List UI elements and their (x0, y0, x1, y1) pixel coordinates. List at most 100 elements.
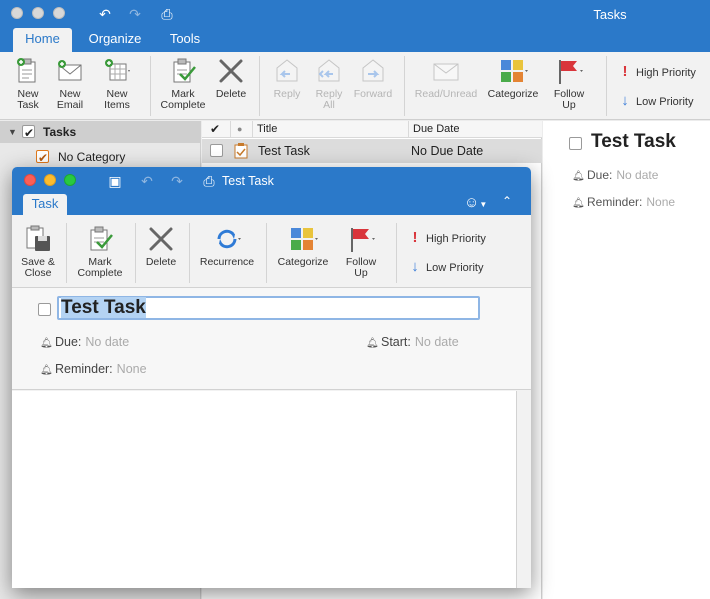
bell-icon: 🔔︎ (572, 198, 585, 209)
start-date-picker[interactable]: No date (415, 335, 459, 349)
delete-button[interactable]: Delete (212, 56, 250, 100)
low-priority-button[interactable]: ↓ Low Priority (408, 258, 483, 275)
high-priority-button[interactable]: ! High Priority (618, 63, 696, 80)
redo-icon[interactable]: ↷ (167, 172, 187, 190)
forward-button[interactable]: Forward (350, 56, 396, 100)
mark-complete-icon (90, 226, 113, 251)
new-task-button[interactable]: New Task (8, 56, 48, 111)
close-window-button[interactable] (24, 174, 36, 186)
new-items-button[interactable]: New Items (96, 56, 138, 111)
high-priority-label: High Priority (426, 233, 486, 245)
main-ribbon-tabs: Home Organize Tools (0, 27, 710, 52)
start-field: 🔔︎ Start: No date (366, 335, 459, 349)
follow-up-button[interactable]: Follow Up (340, 224, 382, 279)
mark-complete-icon (173, 58, 196, 83)
low-priority-label: Low Priority (426, 262, 484, 274)
low-priority-button[interactable]: ↓ Low Priority (618, 92, 693, 109)
new-items-icon (105, 59, 130, 81)
nav-tasks-label: Tasks (43, 125, 77, 139)
due-date-picker[interactable]: No date (85, 335, 129, 349)
task-title-input[interactable]: Test Task (57, 296, 480, 320)
column-header-due-date[interactable]: Due Date (408, 121, 542, 138)
delete-label: Delete (215, 88, 247, 100)
task-icon (234, 143, 248, 159)
tasks-checkbox[interactable] (22, 122, 35, 144)
minimize-window-button[interactable] (32, 7, 44, 19)
ribbon-divider (396, 223, 397, 283)
recurrence-button[interactable]: Recurrence (196, 224, 258, 268)
complete-column-icon[interactable]: ✔ (210, 121, 220, 138)
mark-complete-label-2: Complete (160, 99, 206, 111)
task-notes-body[interactable] (12, 391, 517, 588)
high-priority-label: High Priority (636, 67, 696, 79)
reading-reminder-value[interactable]: None (646, 195, 675, 209)
tab-task[interactable]: Task (23, 194, 67, 215)
print-icon[interactable]: ⎙ (157, 5, 177, 23)
tab-home[interactable]: Home (13, 28, 72, 52)
reading-pane: Test Task 🔔︎ Due: No date 🔔︎ Reminder: None (543, 121, 710, 599)
ribbon-divider (189, 223, 190, 283)
reminder-picker[interactable]: None (117, 362, 147, 376)
collapse-ribbon-icon[interactable]: ⌃ (502, 194, 512, 208)
follow-up-label-2: Up (562, 99, 576, 111)
forward-label: Forward (353, 88, 393, 100)
categorize-button[interactable]: Categorize (274, 224, 332, 268)
forward-icon (362, 59, 384, 82)
reading-task-title: Test Task (591, 131, 676, 152)
ribbon-divider (66, 223, 67, 283)
categorize-label: Categorize (487, 88, 539, 100)
column-header-title[interactable]: Title (252, 121, 408, 138)
mark-complete-button[interactable]: Mark Complete (157, 56, 209, 111)
tab-organize[interactable]: Organize (80, 28, 150, 52)
zoom-window-button[interactable] (64, 174, 76, 186)
task-complete-checkbox[interactable] (210, 144, 223, 157)
exclamation-icon: ! (412, 229, 418, 246)
print-icon[interactable]: ⎙ (199, 172, 219, 190)
smiley-feedback-icon[interactable]: ☺︎▼ (464, 194, 487, 211)
new-email-label-2: Email (56, 99, 84, 111)
reply-all-button[interactable]: Reply All (309, 56, 349, 111)
delete-button[interactable]: Delete (141, 224, 181, 268)
follow-up-button[interactable]: Follow Up (549, 56, 589, 111)
tab-tools[interactable]: Tools (160, 28, 210, 52)
reminder-field: 🔔︎ Reminder: None (40, 362, 147, 376)
reading-complete-checkbox[interactable] (569, 137, 582, 150)
read-unread-button[interactable]: Read/Unread (410, 56, 482, 100)
nav-no-category-label: No Category (58, 150, 126, 164)
reply-label: Reply (273, 88, 301, 100)
undo-icon[interactable]: ↶ (137, 172, 157, 190)
categorize-button[interactable]: Categorize (484, 56, 542, 100)
close-window-button[interactable] (11, 7, 23, 19)
no-category-checkbox[interactable] (36, 147, 49, 169)
mark-complete-button[interactable]: Mark Complete (73, 224, 127, 279)
envelope-icon (433, 63, 459, 81)
reading-due: 🔔︎ Due: No date (572, 168, 658, 182)
reply-icon (276, 59, 298, 82)
disclosure-triangle-icon[interactable]: ▼ (8, 121, 17, 143)
zoom-window-button[interactable] (53, 7, 65, 19)
redo-icon[interactable]: ↷ (125, 5, 145, 23)
reading-reminder: 🔔︎ Reminder: None (572, 195, 675, 209)
nav-item-tasks[interactable]: ▼ Tasks (0, 121, 201, 144)
undo-icon[interactable]: ↶ (95, 5, 115, 23)
save-icon[interactable]: ▣ (105, 172, 125, 190)
delete-label: Delete (145, 256, 177, 268)
save-close-button[interactable]: Save & Close (16, 224, 60, 279)
reply-button[interactable]: Reply (267, 56, 307, 100)
reminder-label: Reminder: (55, 362, 113, 376)
status-column-icon[interactable]: ● (230, 121, 252, 138)
minimize-window-button[interactable] (44, 174, 56, 186)
categorize-icon (501, 60, 528, 82)
table-row[interactable]: Test Task No Due Date (202, 139, 542, 163)
flag-icon (559, 60, 583, 84)
task-complete-checkbox[interactable] (38, 303, 51, 316)
reading-due-value[interactable]: No date (616, 168, 658, 182)
due-field: 🔔︎ Due: No date (40, 335, 129, 349)
task-title-selected-text: Test Task (61, 297, 146, 318)
new-email-button[interactable]: New Email (52, 56, 88, 111)
high-priority-button[interactable]: ! High Priority (408, 229, 486, 246)
new-task-icon (17, 58, 36, 83)
nav-item-no-category[interactable]: No Category (0, 146, 201, 169)
ribbon-divider (135, 223, 136, 283)
window-title: Tasks (593, 7, 627, 22)
